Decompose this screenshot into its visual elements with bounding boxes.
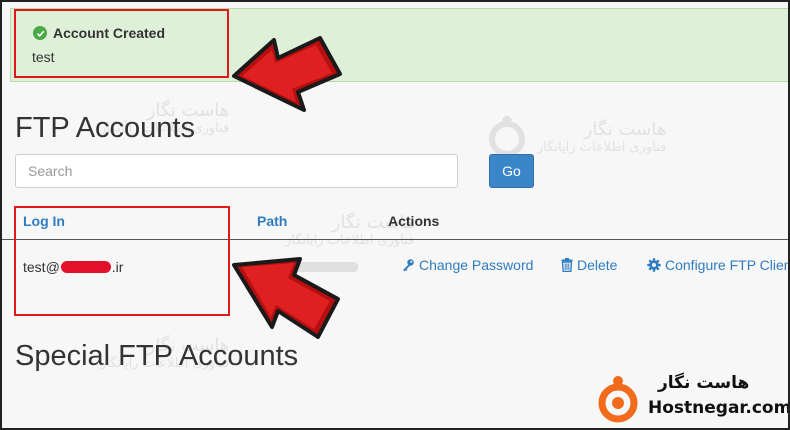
- change-password-label: Change Password: [419, 257, 534, 273]
- trash-icon: [561, 258, 573, 272]
- page-title: FTP Accounts: [15, 112, 195, 144]
- key-icon: [403, 259, 414, 272]
- highlight-box-alert: [14, 9, 229, 78]
- column-header-actions: Actions: [388, 213, 440, 229]
- brand-logo: هاست نگار Hostnegar.com: [596, 371, 790, 427]
- logo-name-fa: هاست نگار: [658, 373, 750, 393]
- pointer-arrow-icon: [232, 36, 342, 112]
- configure-ftp-client-label: Configure FTP Clien: [665, 257, 790, 273]
- go-button[interactable]: Go: [489, 154, 534, 188]
- delete-link[interactable]: Delete: [561, 257, 617, 273]
- configure-ftp-client-link[interactable]: Configure FTP Clien: [647, 257, 790, 273]
- gear-icon: [647, 258, 661, 272]
- watermark-tagline: فناوری اطلاعات رایانگار: [537, 140, 667, 155]
- hostnegar-logo-icon: [598, 376, 638, 423]
- watermark-logo-icon: [489, 116, 525, 157]
- change-password-link[interactable]: Change Password: [401, 257, 533, 273]
- logo-name-en: Hostnegar.com: [648, 398, 790, 418]
- watermark-name: هاست نگار: [583, 119, 667, 140]
- watermark: هاست نگار فناوری اطلاعات رایانگار: [485, 115, 666, 159]
- column-header-path[interactable]: Path: [257, 213, 287, 229]
- search-input[interactable]: [15, 154, 458, 188]
- pointer-arrow-icon: [232, 257, 340, 339]
- delete-label: Delete: [577, 257, 618, 273]
- highlight-box-login: [14, 206, 230, 316]
